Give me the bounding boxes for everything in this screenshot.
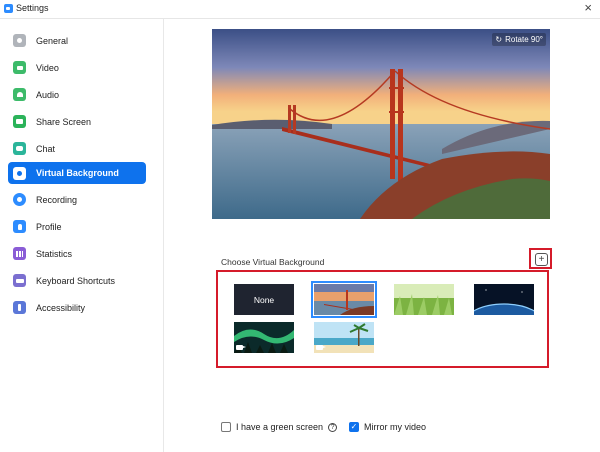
zoom-app-icon — [4, 4, 13, 13]
sidebar-item-profile[interactable]: Profile — [8, 216, 146, 237]
background-earth-from-space[interactable] — [474, 284, 534, 315]
sidebar-item-label: Virtual Background — [36, 168, 119, 178]
sidebar-item-label: Accessibility — [36, 302, 86, 313]
golden-gate-preview-image — [212, 29, 550, 219]
video-camera-icon — [13, 61, 26, 74]
sidebar-item-label: Profile — [36, 221, 62, 232]
mirror-video-checkbox[interactable]: ✓ — [349, 422, 359, 432]
sidebar-item-general[interactable]: General — [8, 30, 146, 51]
sidebar-item-label: Keyboard Shortcuts — [36, 275, 116, 286]
sidebar-item-chat[interactable]: Chat — [8, 138, 146, 159]
sidebar-item-recording[interactable]: Recording — [8, 189, 146, 210]
video-preview: ↻ Rotate 90° — [212, 29, 550, 219]
plus-icon: + — [538, 253, 545, 265]
video-icon — [316, 345, 326, 350]
user-icon — [13, 220, 26, 233]
background-gallery: None — [216, 270, 549, 368]
close-button[interactable]: × — [584, 1, 592, 15]
background-aurora[interactable] — [234, 322, 294, 353]
sidebar-item-accessibility[interactable]: Accessibility — [8, 297, 146, 318]
sidebar: General Video Audio Share Screen Chat Vi… — [0, 19, 164, 452]
sidebar-item-share-screen[interactable]: Share Screen — [8, 111, 146, 132]
background-none[interactable]: None — [234, 284, 294, 315]
sidebar-item-label: Share Screen — [36, 116, 92, 127]
accessibility-icon — [13, 301, 26, 314]
background-grass[interactable] — [394, 284, 454, 315]
sidebar-item-label: Video — [36, 62, 59, 73]
sidebar-item-label: Statistics — [36, 248, 73, 259]
sidebar-item-audio[interactable]: Audio — [8, 84, 146, 105]
sidebar-item-label: Recording — [36, 194, 78, 205]
main-panel: ↻ Rotate 90° Choose Virtual Background +… — [164, 19, 600, 452]
choose-background-heading: Choose Virtual Background — [221, 257, 325, 267]
background-beach[interactable] — [314, 322, 374, 353]
checkmark-icon: ✓ — [350, 422, 358, 431]
person-card-icon — [13, 166, 26, 180]
sidebar-item-video[interactable]: Video — [8, 57, 146, 78]
mirror-video-option[interactable]: ✓ Mirror my video — [349, 422, 426, 432]
mirror-video-label: Mirror my video — [364, 422, 427, 432]
gear-icon — [13, 34, 26, 47]
rotate-icon: ↻ — [495, 35, 503, 44]
green-screen-label: I have a green screen — [236, 422, 324, 432]
green-screen-checkbox[interactable] — [221, 422, 231, 432]
help-icon[interactable]: ? — [328, 422, 338, 432]
background-golden-gate[interactable] — [311, 281, 377, 318]
add-background-button[interactable]: + — [535, 253, 548, 266]
rotate-label: Rotate 90° — [505, 35, 543, 44]
sidebar-item-virtual-background[interactable]: Virtual Background — [8, 162, 146, 184]
sidebar-item-label: General — [36, 35, 69, 46]
rotate-button[interactable]: ↻ Rotate 90° — [492, 33, 546, 46]
green-screen-option[interactable]: I have a green screen ? — [221, 422, 338, 432]
title-bar: Settings × — [0, 0, 600, 19]
window-title: Settings — [16, 3, 49, 13]
sidebar-item-label: Chat — [36, 143, 56, 154]
bar-chart-icon — [13, 247, 26, 260]
video-icon — [236, 345, 246, 350]
record-icon — [13, 193, 26, 206]
headphones-icon — [13, 88, 26, 101]
keyboard-icon — [13, 274, 26, 287]
chat-bubble-icon — [13, 142, 26, 155]
sidebar-item-statistics[interactable]: Statistics — [8, 243, 146, 264]
sidebar-item-keyboard-shortcuts[interactable]: Keyboard Shortcuts — [8, 270, 146, 291]
sidebar-item-label: Audio — [36, 89, 60, 100]
share-screen-icon — [13, 115, 26, 128]
